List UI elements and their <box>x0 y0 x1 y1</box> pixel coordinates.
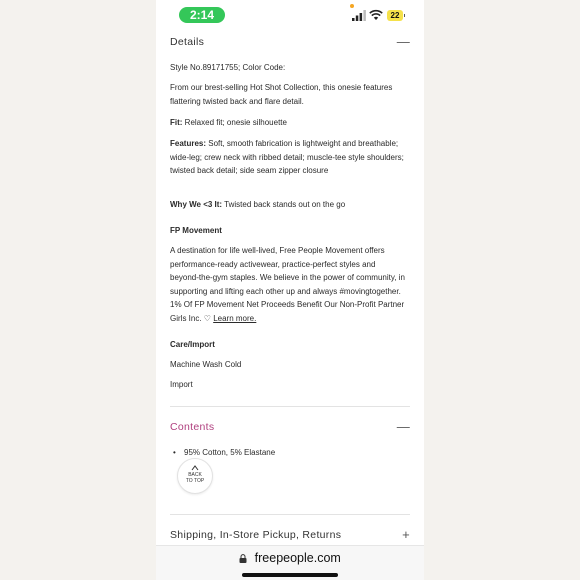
contents-item: 95% Cotton, 5% Elastane <box>184 448 276 457</box>
fp-movement-title: FP Movement <box>170 226 222 235</box>
url-text: freepeople.com <box>254 551 341 565</box>
list-item: 95% Cotton, 5% Elastane <box>173 448 276 457</box>
contents-header[interactable]: Contents — <box>170 419 410 437</box>
lock-icon <box>239 554 247 563</box>
signal-icon <box>352 10 366 21</box>
why-value: Twisted back stands out on the go <box>224 200 346 209</box>
expand-icon[interactable]: + <box>402 527 410 542</box>
shipping-header[interactable]: Shipping, In-Store Pickup, Returns + <box>170 527 410 545</box>
fp-movement-description: A destination for life well-lived, Free … <box>170 246 405 323</box>
divider <box>170 406 410 407</box>
features-label: Features: <box>170 139 207 148</box>
care-wash: Machine Wash Cold <box>170 360 242 369</box>
product-description: From our brest-selling Hot Shot Collecti… <box>170 83 393 106</box>
fit-label: Fit: <box>170 118 183 127</box>
back-to-top-label-2: TO TOP <box>185 478 205 484</box>
care-import-title: Care/Import <box>170 340 215 349</box>
status-bar: 2:14 22 <box>156 0 424 30</box>
browser-address-bar[interactable]: freepeople.com <box>156 545 424 580</box>
wifi-icon <box>369 9 383 20</box>
chevron-up-icon <box>191 465 199 471</box>
care-import: Import <box>170 380 193 389</box>
features-line: Features: Soft, smooth fabrication is li… <box>170 137 406 178</box>
back-to-top-button[interactable]: BACK TO TOP <box>177 458 213 494</box>
why-label: Why We <3 It: <box>170 200 223 209</box>
fit-value: Relaxed fit; onesie silhouette <box>184 118 287 127</box>
phone-screen: 2:14 22 Details — Style No.89171755; Col… <box>156 0 424 580</box>
why-we-love-it-line: Why We <3 It: Twisted back stands out on… <box>170 198 406 212</box>
privacy-dot-icon <box>350 4 354 8</box>
home-indicator[interactable] <box>242 573 338 577</box>
battery-icon: 22 <box>387 10 405 21</box>
fit-line: Fit: Relaxed fit; onesie silhouette <box>170 116 406 130</box>
status-time[interactable]: 2:14 <box>179 7 225 23</box>
learn-more-link[interactable]: Learn more. <box>213 314 256 323</box>
style-number: Style No.89171755; Color Code: <box>170 63 286 72</box>
shipping-title: Shipping, In-Store Pickup, Returns <box>170 529 342 541</box>
features-value: Soft, smooth fabrication is lightweight … <box>170 139 404 176</box>
details-title: Details <box>170 36 205 48</box>
divider <box>170 514 410 515</box>
collapse-icon[interactable]: — <box>397 419 410 434</box>
url-display[interactable]: freepeople.com <box>156 551 424 565</box>
details-header[interactable]: Details — <box>170 34 410 52</box>
fp-movement-text: A destination for life well-lived, Free … <box>170 244 406 326</box>
collapse-icon[interactable]: — <box>397 34 410 49</box>
contents-title: Contents <box>170 421 215 433</box>
